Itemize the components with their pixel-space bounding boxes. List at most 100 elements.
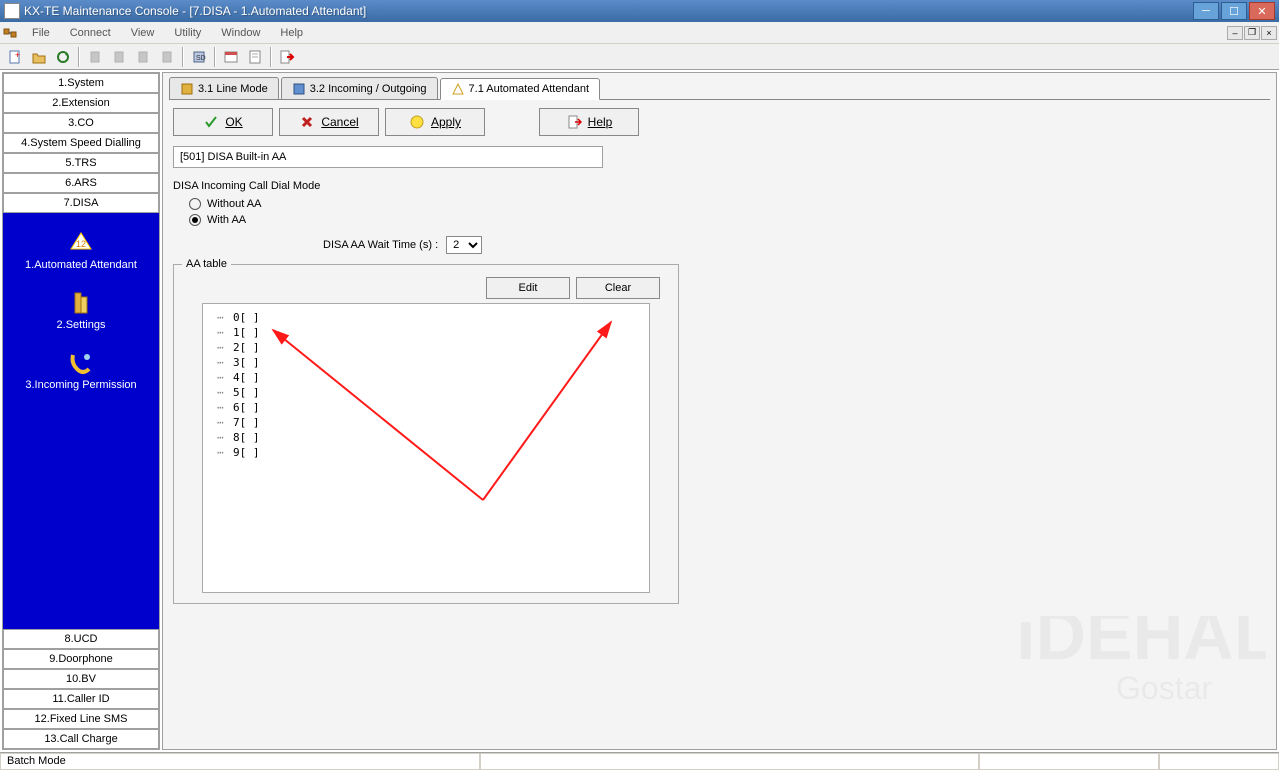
sidebar-sub-label: 2.Settings [57,319,106,331]
menu-window[interactable]: Window [211,24,270,42]
minimize-button[interactable]: ─ [1193,2,1219,20]
menu-connect[interactable]: Connect [60,24,121,42]
sidebar-item-trs[interactable]: 5.TRS [3,153,159,173]
tab-bar: 3.1 Line Mode 3.2 Incoming / Outgoing 7.… [163,73,1276,99]
tree-item[interactable]: 0[ ] [209,310,643,325]
status-cell-2 [480,753,979,770]
sidebar-sub-settings[interactable]: 2.Settings [3,281,159,341]
tree-item[interactable]: 4[ ] [209,370,643,385]
sidebar-item-fixed-line-sms[interactable]: 12.Fixed Line SMS [3,709,159,729]
ok-label: OK [225,115,242,129]
svg-text:SD: SD [196,55,206,62]
sidebar-item-doorphone[interactable]: 9.Doorphone [3,649,159,669]
toolbar-phone1-icon[interactable] [84,46,106,68]
menu-view[interactable]: View [121,24,165,42]
sidebar-item-system[interactable]: 1.System [3,73,159,93]
title-bar: 🗔 KX-TE Maintenance Console - [7.DISA - … [0,0,1279,22]
tree-item[interactable]: 6[ ] [209,400,643,415]
sidebar-item-ucd[interactable]: 8.UCD [3,629,159,649]
tree-item[interactable]: 1[ ] [209,325,643,340]
sidebar-item-co[interactable]: 3.CO [3,113,159,133]
toolbar-note-icon[interactable] [244,46,266,68]
radio-with-aa[interactable] [189,214,201,226]
menu-bar: File Connect View Utility Window Help – … [0,22,1279,44]
status-bar: Batch Mode [0,752,1279,770]
cancel-button[interactable]: Cancel [279,108,379,136]
wait-time-select[interactable]: 2 [446,236,482,254]
sidebar: 1.System 2.Extension 3.CO 4.System Speed… [2,72,160,750]
mdi-close-button[interactable]: × [1261,26,1277,40]
menu-help[interactable]: Help [270,24,313,42]
tab-automated-attendant[interactable]: 7.1 Automated Attendant [440,78,600,100]
tree-item[interactable]: 3[ ] [209,355,643,370]
connect-icon [2,25,18,41]
aa-tree[interactable]: 0[ ] 1[ ] 2[ ] 3[ ] 4[ ] 5[ ] 6[ ] 7[ ] … [202,303,650,593]
toolbar-calendar-icon[interactable] [220,46,242,68]
toolbar-phone2-icon[interactable] [108,46,130,68]
tab-label: 3.1 Line Mode [198,83,268,95]
help-button[interactable]: Help [539,108,639,136]
sidebar-item-extension[interactable]: 2.Extension [3,93,159,113]
menu-utility[interactable]: Utility [164,24,211,42]
radio-label-with-aa: With AA [207,214,246,226]
apply-icon [409,114,425,130]
check-icon [203,114,219,130]
status-cell-4 [1159,753,1279,770]
status-cell-3 [979,753,1159,770]
apply-button[interactable]: Apply [385,108,485,136]
toolbar-phone4-icon[interactable] [156,46,178,68]
sidebar-item-caller-id[interactable]: 11.Caller ID [3,689,159,709]
sidebar-sub-incoming-permission[interactable]: 3.Incoming Permission [3,341,159,401]
mdi-minimize-button[interactable]: – [1227,26,1243,40]
sidebar-subpanel: 12 1.Automated Attendant 2.Settings 3.In… [3,213,159,409]
toolbar: + SD [0,44,1279,70]
tab-incoming-outgoing[interactable]: 3.2 Incoming / Outgoing [281,77,438,99]
toolbar-refresh-icon[interactable] [52,46,74,68]
toolbar-new-icon[interactable]: + [4,46,26,68]
incoming-permission-icon [67,349,95,377]
sidebar-item-bv[interactable]: 10.BV [3,669,159,689]
app-icon: 🗔 [4,3,20,19]
apply-label: Apply [431,115,461,129]
clear-button[interactable]: Clear [576,277,660,299]
sidebar-item-speed-dialling[interactable]: 4.System Speed Dialling [3,133,159,153]
content-panel: iDEHALGostar 3.1 Line Mode 3.2 Incoming … [162,72,1277,750]
groupbox-aa-table: AA table Edit Clear 0[ ] 1[ ] 2[ ] 3[ ] … [173,264,679,604]
settings-icon [67,289,95,317]
ok-button[interactable]: OK [173,108,273,136]
toolbar-exit-icon[interactable] [276,46,298,68]
help-label: Help [588,115,613,129]
wait-time-label: DISA AA Wait Time (s) : [323,239,438,251]
groupbox-title: AA table [182,258,231,270]
tree-item[interactable]: 7[ ] [209,415,643,430]
maximize-button[interactable]: ☐ [1221,2,1247,20]
sidebar-item-call-charge[interactable]: 13.Call Charge [3,729,159,749]
tree-item[interactable]: 9[ ] [209,445,643,460]
sidebar-sub-automated-attendant[interactable]: 12 1.Automated Attendant [3,221,159,281]
menu-file[interactable]: File [22,24,60,42]
close-button[interactable]: ✕ [1249,2,1275,20]
tree-item[interactable]: 5[ ] [209,385,643,400]
radio-without-aa[interactable] [189,198,201,210]
help-icon [566,114,582,130]
tab-line-mode[interactable]: 3.1 Line Mode [169,77,279,99]
tree-item[interactable]: 2[ ] [209,340,643,355]
section-label-dial-mode: DISA Incoming Call Dial Mode [173,180,1266,192]
toolbar-sd-icon[interactable]: SD [188,46,210,68]
toolbar-phone3-icon[interactable] [132,46,154,68]
cancel-icon [299,114,315,130]
toolbar-open-icon[interactable] [28,46,50,68]
sidebar-item-ars[interactable]: 6.ARS [3,173,159,193]
automated-attendant-icon: 12 [67,229,95,257]
tab-icon [292,82,306,96]
sidebar-item-disa[interactable]: 7.DISA [3,193,159,213]
svg-text:+: + [15,50,20,60]
field-disa-builtin-aa: [501] DISA Built-in AA [173,146,603,168]
tree-item[interactable]: 8[ ] [209,430,643,445]
edit-button[interactable]: Edit [486,277,570,299]
window-title: KX-TE Maintenance Console - [7.DISA - 1.… [24,4,1193,18]
mdi-restore-button[interactable]: ❐ [1244,26,1260,40]
cancel-label: Cancel [321,115,358,129]
tab-icon [451,82,465,96]
radio-label-without-aa: Without AA [207,198,261,210]
